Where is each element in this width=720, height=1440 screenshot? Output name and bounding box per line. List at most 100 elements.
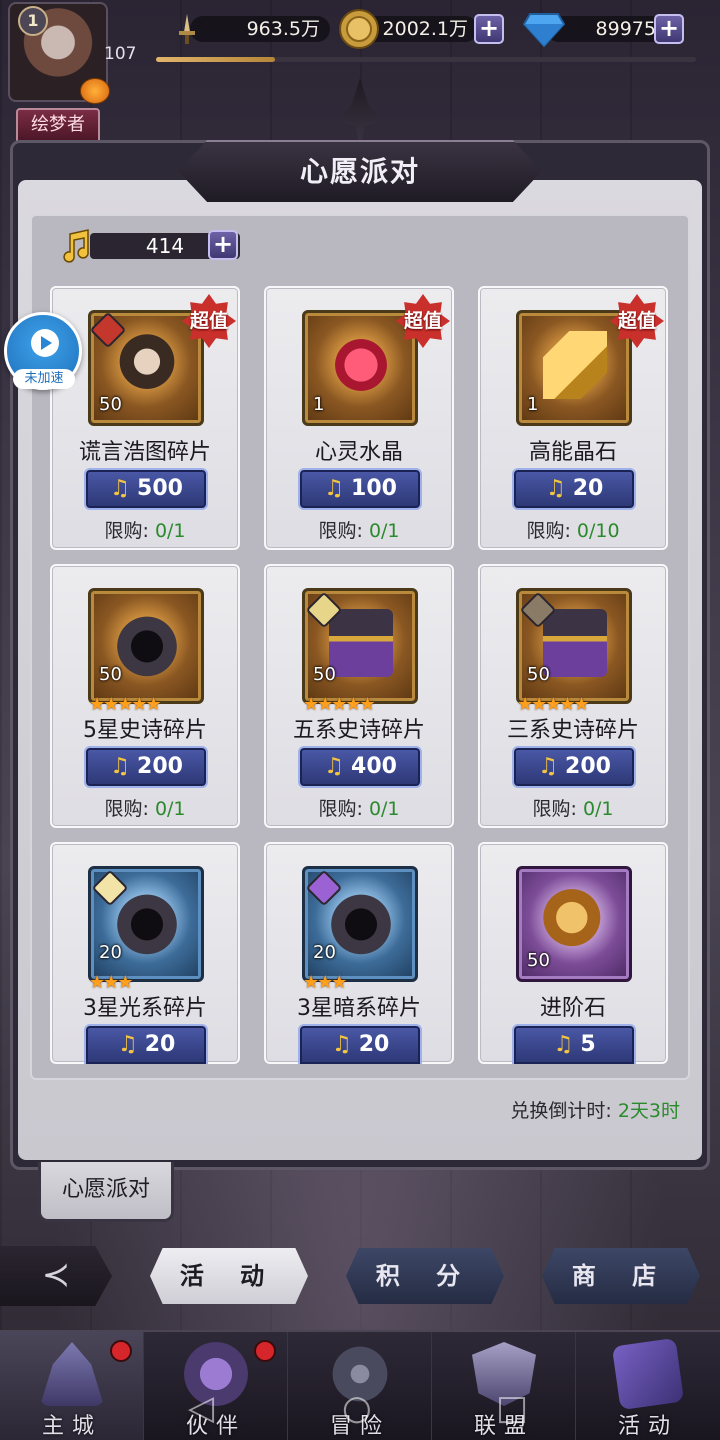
- back-arrow-icon: ≺: [41, 1255, 71, 1295]
- buy-button[interactable]: ♫ 500: [84, 468, 208, 510]
- treasure-chest-icon: [543, 609, 607, 677]
- add-gold-button[interactable]: +: [474, 14, 504, 44]
- cards-icon: [611, 1337, 685, 1411]
- price-value: 5: [580, 1032, 596, 1057]
- system-home-icon[interactable]: ○: [342, 1388, 372, 1428]
- item-name: 五系史诗碎片: [292, 718, 425, 743]
- price-value: 200: [137, 754, 183, 779]
- tab-points[interactable]: 积 分: [346, 1248, 504, 1304]
- item-name: 谎言浩图碎片: [78, 440, 211, 465]
- price-value: 100: [351, 476, 397, 501]
- price-value: 20: [358, 1032, 390, 1057]
- item-name: 5星史诗碎片: [83, 718, 207, 743]
- buy-button[interactable]: ♫ 200: [84, 746, 208, 788]
- item-count: 50: [527, 664, 550, 685]
- castle-icon: [40, 1342, 104, 1406]
- exchange-countdown: 兑换倒计时: 2天3时: [510, 1100, 680, 1122]
- nav-event[interactable]: 活动: [576, 1332, 720, 1440]
- bottom-navigation: 主城 伙伴 冒险 联盟 活动 ◁ ○ □: [0, 1330, 720, 1440]
- buy-button[interactable]: ♫ 20: [298, 1024, 422, 1064]
- speed-float-button[interactable]: 未加速: [4, 312, 82, 390]
- player-title-badge[interactable]: 绘梦者: [16, 108, 100, 144]
- player-level-badge: 1: [18, 6, 48, 36]
- exp-progress-bar: [156, 57, 696, 62]
- buy-button[interactable]: ♫ 20: [84, 1024, 208, 1064]
- nav-label: 伙伴: [185, 1414, 246, 1439]
- music-note-icon: ♫: [324, 476, 344, 501]
- purchase-limit: 限购: 0/1: [532, 798, 614, 820]
- music-note-icon: ♫: [117, 1032, 138, 1057]
- treasure-chest-icon: [329, 609, 393, 677]
- gold-resource: 2002.1万 +: [338, 9, 508, 49]
- shop-item-card[interactable]: 50 ★★★★★ 三系史诗碎片 ♫ 200 限购: 0/1: [478, 564, 668, 828]
- play-icon: [31, 329, 59, 357]
- item-count: 50: [313, 664, 336, 685]
- hooded-figure-icon: [115, 609, 179, 677]
- shop-item-card[interactable]: 50 ★★★★★ 5星史诗碎片 ♫ 200 限购: 0/1: [50, 564, 240, 828]
- shop-item-card[interactable]: 20 ★★★ 3星光系碎片 ♫ 20: [50, 842, 240, 1064]
- system-back-icon[interactable]: ◁: [188, 1388, 214, 1428]
- shop-item-card[interactable]: 1 超值 高能晶石 ♫ 20 限购: 0/10: [478, 286, 668, 550]
- panel-title: 心愿派对: [299, 155, 420, 188]
- sword-icon: [179, 14, 195, 44]
- item-name: 高能晶石: [528, 440, 617, 465]
- buy-button[interactable]: ♫ 5: [512, 1024, 636, 1064]
- item-name: 3星暗系碎片: [297, 996, 421, 1021]
- shop-item-card[interactable]: 50 进阶石 ♫ 5: [478, 842, 668, 1064]
- purchase-limit: 限购: 0/1: [318, 798, 400, 820]
- add-diamond-button[interactable]: +: [654, 14, 684, 44]
- music-note-icon: ♫: [545, 476, 566, 501]
- purchase-limit: 限购: 0/1: [104, 520, 186, 542]
- pumpkin-icon: [80, 78, 110, 104]
- item-frame: 20 ★★★: [302, 866, 418, 993]
- notification-dot: [110, 1340, 132, 1362]
- item-name: 三系史诗碎片: [506, 718, 639, 743]
- add-wish-currency-button[interactable]: +: [208, 230, 238, 260]
- item-count: 1: [527, 394, 539, 415]
- hooded-figure-icon: [115, 887, 179, 955]
- music-note-icon: ♫: [553, 1032, 574, 1057]
- item-frame: 50: [516, 866, 632, 982]
- shop-item-card[interactable]: 50 ★★★★★ 五系史诗碎片 ♫ 400 限购: 0/1: [264, 564, 454, 828]
- item-count: 20: [313, 942, 336, 963]
- tab-activity[interactable]: 活 动: [150, 1248, 308, 1304]
- super-value-text: 超值: [617, 310, 656, 332]
- shop-item-card[interactable]: 50 超值 谎言浩图碎片 ♫ 500 限购: 0/1: [50, 286, 240, 550]
- nav-main-city[interactable]: 主城: [0, 1332, 144, 1440]
- price-value: 500: [137, 476, 183, 501]
- gold-coin-icon: [339, 9, 379, 49]
- wish-party-bookmark-tab[interactable]: 心愿派对: [38, 1162, 174, 1222]
- price-value: 400: [351, 754, 397, 779]
- tab-shop[interactable]: 商 店: [542, 1248, 700, 1304]
- system-recents-icon[interactable]: □: [496, 1388, 528, 1428]
- hooded-figure-icon: [329, 887, 393, 955]
- back-button[interactable]: ≺: [0, 1246, 112, 1306]
- nav-partner[interactable]: 伙伴: [144, 1332, 288, 1440]
- music-note-icon: ♫: [110, 476, 130, 501]
- heart-crystal-icon: [329, 331, 393, 399]
- item-count: 1: [313, 394, 325, 415]
- super-value-text: 超值: [189, 310, 228, 332]
- buy-button[interactable]: ♫ 20: [512, 468, 636, 510]
- notification-dot: [254, 1340, 276, 1362]
- nav-label: 主城: [41, 1414, 102, 1439]
- music-note-icon: ♫: [324, 754, 344, 779]
- shop-item-card[interactable]: 1 超值 心灵水晶 ♫ 100 限购: 0/1: [264, 286, 454, 550]
- item-name: 进阶石: [539, 996, 606, 1021]
- purchase-limit: 限购: 0/1: [104, 798, 186, 820]
- buy-button[interactable]: ♫ 100: [298, 468, 422, 510]
- fragment-portrait-icon: [115, 331, 179, 399]
- music-note-icon: ♫: [110, 754, 130, 779]
- item-count: 50: [527, 950, 550, 971]
- price-value: 20: [144, 1032, 176, 1057]
- nav-label: 活动: [617, 1414, 678, 1439]
- shop-item-card[interactable]: 20 ★★★ 3星暗系碎片 ♫ 20: [264, 842, 454, 1064]
- buy-button[interactable]: ♫ 200: [512, 746, 636, 788]
- price-value: 200: [565, 754, 611, 779]
- super-value-text: 超值: [403, 310, 442, 332]
- buy-button[interactable]: ♫ 400: [298, 746, 422, 788]
- item-frame: 50 ★★★★★: [302, 588, 418, 715]
- item-name: 心灵水晶: [314, 440, 403, 465]
- music-note-icon: ♫: [331, 1032, 352, 1057]
- item-count: 50: [99, 394, 122, 415]
